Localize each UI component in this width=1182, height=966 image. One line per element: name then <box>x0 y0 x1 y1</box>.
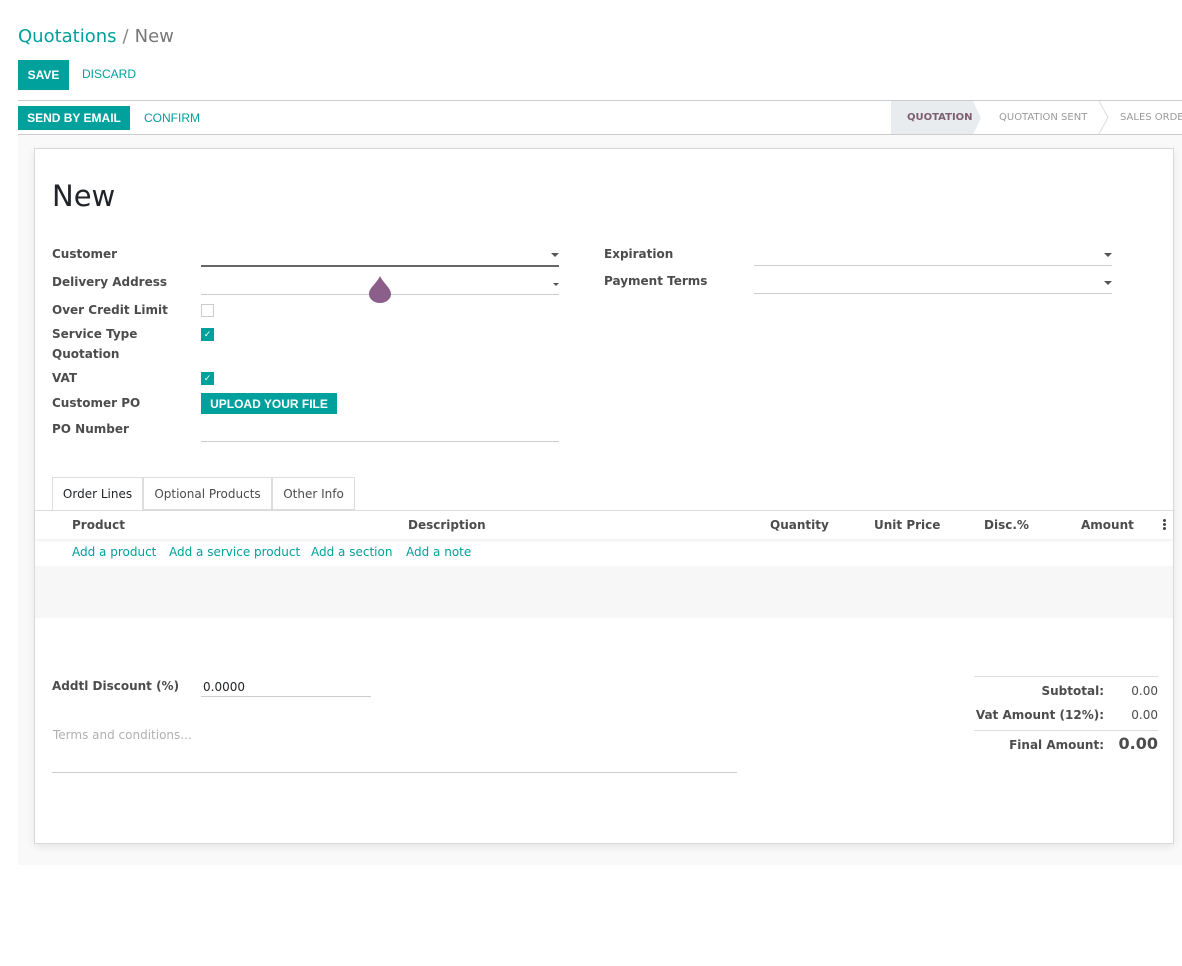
stage-sales-order[interactable]: SALES ORDE <box>1120 101 1182 134</box>
form-sheet: New Customer Delivery Address Over Credi… <box>34 148 1175 844</box>
delivery-address-dropdown-icon[interactable] <box>553 283 559 286</box>
delivery-address-label: Delivery Address <box>52 275 168 289</box>
breadcrumb: Quotations / New <box>18 26 174 47</box>
vat-checkbox[interactable]: ✓ <box>201 372 214 385</box>
confirm-button[interactable]: CONFIRM <box>144 111 200 125</box>
stage-quotation[interactable]: QUOTATION <box>891 101 973 134</box>
status-steps: QUOTATION QUOTATION SENT SALES ORDE <box>891 101 1182 135</box>
add-section-link[interactable]: Add a section <box>311 545 392 559</box>
po-number-label: PO Number <box>52 422 129 436</box>
customer-input[interactable] <box>201 253 559 267</box>
additional-discount-value: 0.0000 <box>203 680 245 694</box>
discard-button[interactable]: DISCARD <box>82 67 136 81</box>
final-amount-label: Final Amount: <box>1009 738 1104 752</box>
add-service-product-link[interactable]: Add a service product <box>169 545 300 559</box>
service-type-quotation-checkbox[interactable]: ✓ <box>201 328 214 341</box>
add-note-link[interactable]: Add a note <box>406 545 471 559</box>
vat-label: VAT <box>52 371 78 385</box>
breadcrumb-quotations-link[interactable]: Quotations <box>18 26 117 47</box>
send-by-email-button[interactable]: SEND BY EMAIL <box>18 106 130 130</box>
column-product[interactable]: Product <box>72 518 125 532</box>
vat-amount-label: Vat Amount (12%): <box>975 708 1104 722</box>
service-type-label-line2: Quotation <box>52 347 120 361</box>
breadcrumb-separator: / <box>122 26 129 47</box>
payment-terms-input[interactable] <box>754 280 1112 294</box>
save-button[interactable]: SAVE <box>18 60 69 90</box>
subtotal-value: 0.00 <box>1131 684 1158 698</box>
tab-optional-products[interactable]: Optional Products <box>143 477 272 510</box>
totals-divider <box>974 730 1158 731</box>
tab-order-lines[interactable]: Order Lines <box>52 477 143 511</box>
control-panel: Quotations / New SAVE DISCARD <box>0 0 1182 100</box>
upload-file-button[interactable]: UPLOAD YOUR FILE <box>201 393 337 414</box>
record-title: New <box>52 179 116 213</box>
po-number-input[interactable] <box>201 427 559 442</box>
over-credit-limit-label: Over Credit Limit <box>52 303 168 317</box>
add-product-link[interactable]: Add a product <box>72 545 156 559</box>
stage-quotation-sent[interactable]: QUOTATION SENT <box>999 101 1099 134</box>
drag-cursor-icon <box>369 276 391 303</box>
column-amount[interactable]: Amount <box>1081 518 1134 532</box>
empty-row-stripe <box>35 566 1173 592</box>
final-amount-value: 0.00 <box>1118 734 1158 753</box>
terms-conditions-input[interactable] <box>52 753 737 773</box>
expiration-dropdown-icon[interactable] <box>1104 253 1112 257</box>
stage-divider-icon <box>1098 101 1109 134</box>
column-description[interactable]: Description <box>408 518 486 532</box>
terms-placeholder: Terms and conditions... <box>53 728 192 742</box>
expiration-label: Expiration <box>604 247 674 261</box>
customer-po-label: Customer PO <box>52 396 141 410</box>
breadcrumb-current: New <box>134 26 174 47</box>
column-quantity[interactable]: Quantity <box>770 518 829 532</box>
statusbar: SEND BY EMAIL CONFIRM QUOTATION QUOTATIO… <box>18 100 1182 135</box>
column-unit-price[interactable]: Unit Price <box>874 518 940 532</box>
additional-discount-label: Addtl Discount (%) <box>52 679 180 693</box>
customer-dropdown-icon[interactable] <box>551 253 559 257</box>
payment-terms-dropdown-icon[interactable] <box>1104 281 1112 285</box>
order-lines-header: Product Description Quantity Unit Price … <box>35 511 1173 539</box>
vat-amount-value: 0.00 <box>1131 708 1158 722</box>
subtotal-label: Subtotal: <box>1041 684 1104 698</box>
service-type-label: Service Type <box>52 327 138 341</box>
tab-other-info[interactable]: Other Info <box>272 477 355 510</box>
optional-columns-icon[interactable] <box>1163 519 1166 531</box>
totals-top-border <box>974 676 1158 677</box>
over-credit-limit-checkbox[interactable] <box>201 304 214 317</box>
expiration-input[interactable] <box>754 252 1112 266</box>
customer-label: Customer <box>52 247 118 261</box>
stage-arrow-1 <box>973 101 981 135</box>
column-discount[interactable]: Disc.% <box>984 518 1029 532</box>
payment-terms-label: Payment Terms <box>604 274 708 288</box>
empty-row-stripe-2 <box>35 592 1173 618</box>
